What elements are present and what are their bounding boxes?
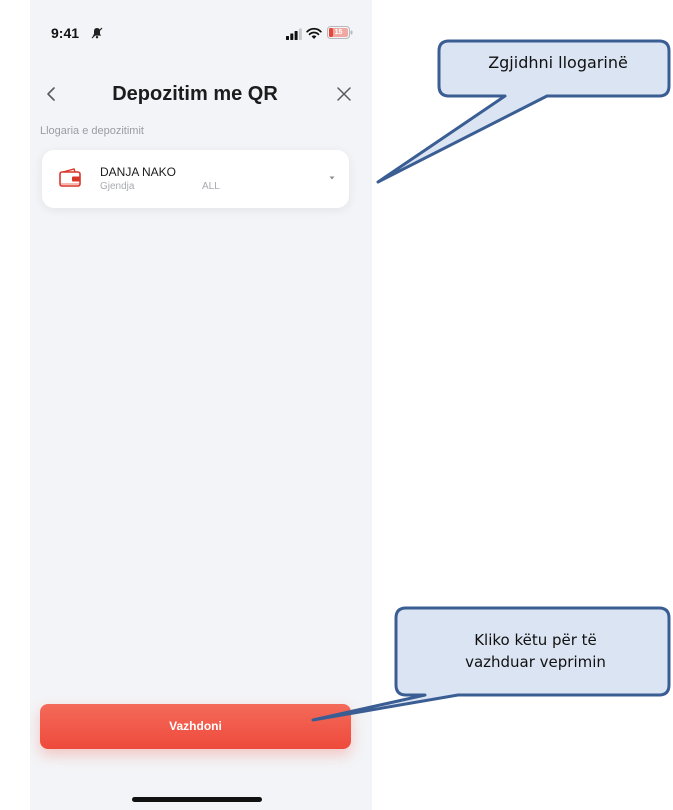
- account-name: DANJA NAKO: [100, 165, 177, 179]
- home-indicator: [132, 797, 262, 802]
- callout-continue-text: Kliko këtu për të vazhduar veprimin: [408, 629, 663, 673]
- account-selector[interactable]: DANJA NAKO Gjendja ALL: [42, 150, 349, 208]
- balance-label: Gjendja: [100, 181, 135, 192]
- close-button[interactable]: [334, 84, 354, 104]
- status-time: 9:41: [51, 25, 80, 41]
- close-icon: [337, 87, 351, 101]
- bell-icon: [91, 27, 103, 39]
- page-title: Depozitim me QR: [112, 83, 278, 105]
- back-button[interactable]: [40, 82, 64, 106]
- signal-icon: [286, 28, 302, 40]
- callout-continue-line-2: vazhduar veprimin: [465, 653, 606, 671]
- battery-level: 15: [334, 29, 343, 36]
- currency-label: ALL: [202, 181, 220, 192]
- chevron-left-icon: [47, 87, 55, 101]
- chevron-down-icon: [329, 176, 335, 180]
- continue-button[interactable]: Vazhdoni: [40, 704, 351, 749]
- callout-continue-line-1: Kliko këtu për të: [474, 631, 597, 649]
- callout-select-account-text: Zgjidhni llogarinë: [488, 53, 628, 72]
- phone-screen: 9:41 15 Depozitim me QR Llogaria e depoz…: [30, 0, 372, 810]
- account-section-label: Llogaria e depozitimit: [40, 125, 144, 137]
- wifi-icon: [306, 27, 322, 39]
- wallet-icon: [59, 168, 81, 187]
